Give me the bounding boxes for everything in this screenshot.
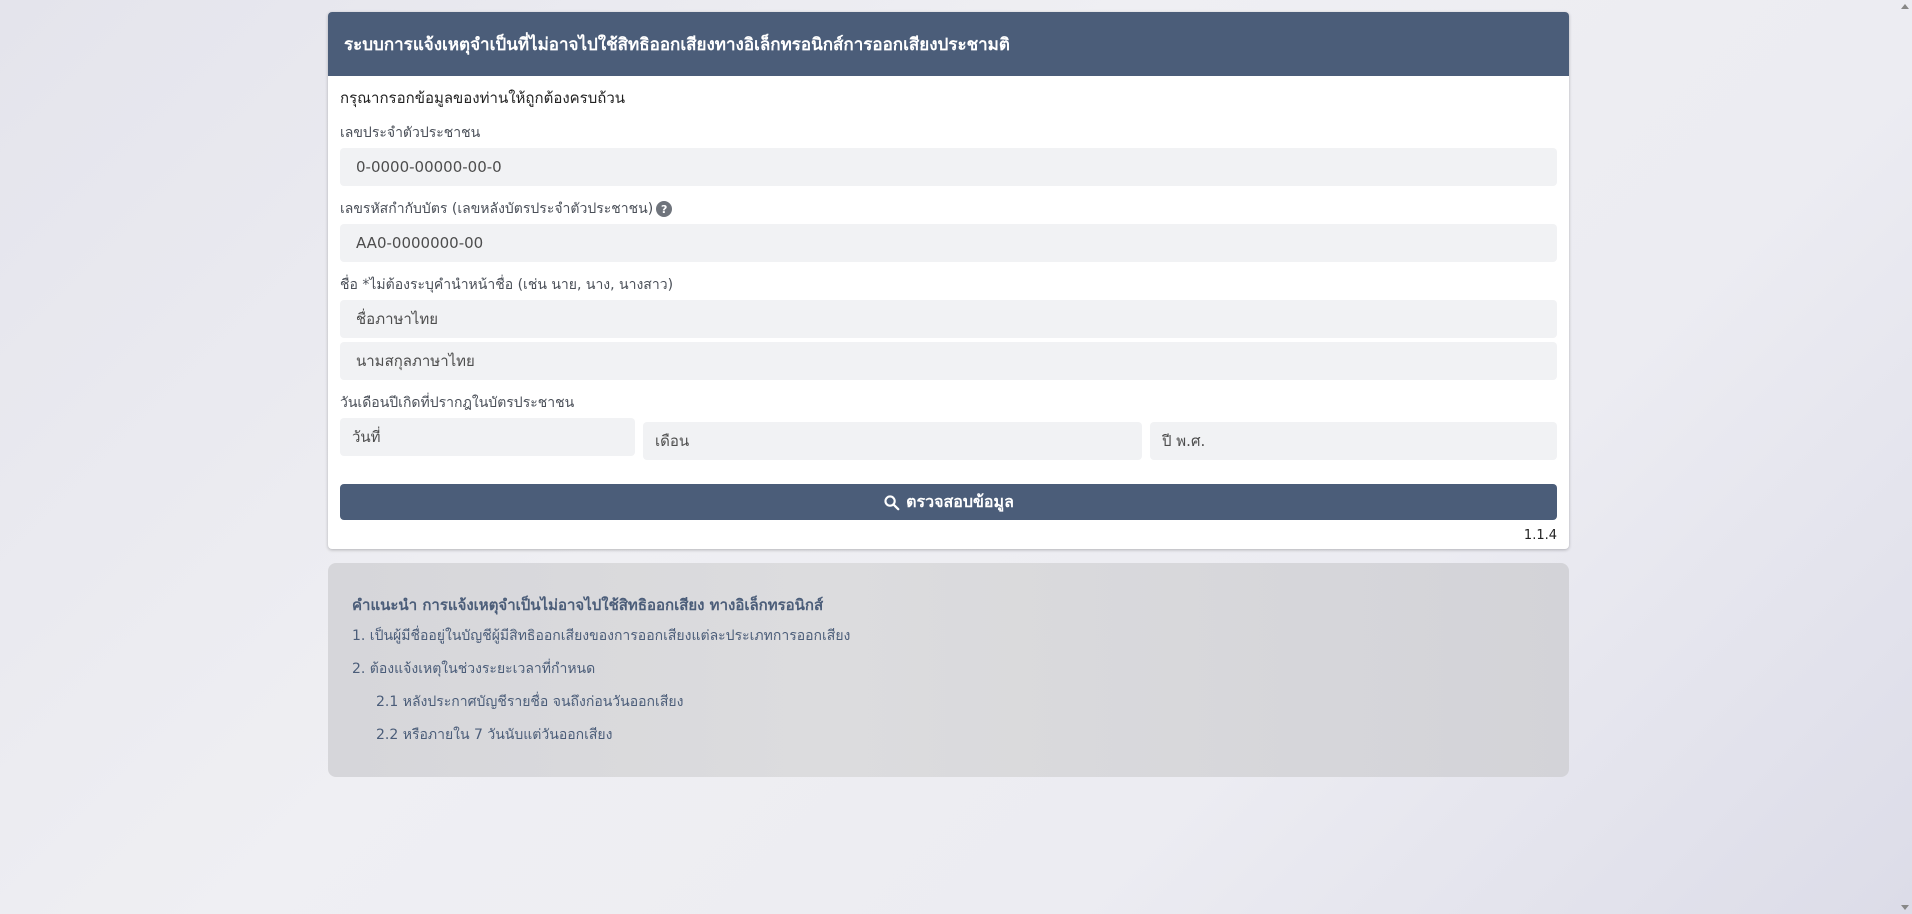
scroll-up-icon[interactable] <box>1901 4 1909 9</box>
laser-code-input[interactable] <box>340 224 1557 262</box>
advice-panel: คำแนะนำ การแจ้งเหตุจำเป็นไม่อาจไปใช้สิทธ… <box>328 563 1569 777</box>
page-container: ระบบการแจ้งเหตุจำเป็นที่ไม่อาจไปใช้สิทธิ… <box>328 12 1569 777</box>
advice-item-2-1: 2.1 หลังประกาศบัญชีรายชื่อ จนถึงก่อนวันอ… <box>376 694 684 710</box>
scroll-down-icon[interactable] <box>1901 905 1909 910</box>
birth-day-select[interactable] <box>340 418 635 456</box>
verify-button[interactable]: ตรวจสอบข้อมูล <box>340 484 1557 520</box>
id-card-label: เลขประจำตัวประชาชน <box>340 125 481 141</box>
form-body: กรุณากรอกข้อมูลของท่านให้ถูกต้องครบถ้วน … <box>328 76 1569 549</box>
birthdate-row <box>340 418 1557 460</box>
question-circle-icon[interactable]: ? <box>656 201 673 217</box>
id-card-input[interactable] <box>340 148 1557 186</box>
birth-month-select[interactable] <box>643 422 1142 460</box>
search-icon <box>884 494 900 510</box>
birth-year-input[interactable] <box>1150 422 1557 460</box>
advice-item-2-2: 2.2 หรือภายใน 7 วันนับแต่วันออกเสียง <box>376 727 613 743</box>
version-label: 1.1.4 <box>1523 528 1557 543</box>
laser-code-label-row: เลขรหัสกำกับบัตร (เลขหลังบัตรประจำตัวประ… <box>340 198 1557 220</box>
advice-title: คำแนะนำ การแจ้งเหตุจำเป็นไม่อาจไปใช้สิทธ… <box>352 596 824 614</box>
advice-item-1: 1. เป็นผู้มีชื่ออยู่ในบัญชีผู้มีสิทธิออก… <box>352 628 851 644</box>
advice-item-2: 2. ต้องแจ้งเหตุในช่วงระยะเวลาที่กำหนด <box>352 661 596 677</box>
birthdate-label: วันเดือนปีเกิดที่ปรากฎในบัตรประชาชน <box>340 395 575 411</box>
verify-button-label: ตรวจสอบข้อมูล <box>906 491 1014 511</box>
form-card: ระบบการแจ้งเหตุจำเป็นที่ไม่อาจไปใช้สิทธิ… <box>328 12 1569 549</box>
first-name-input[interactable] <box>340 300 1557 338</box>
name-label: ชื่อ *ไม่ต้องระบุคำนำหน้าชื่อ (เช่น นาย,… <box>340 277 674 293</box>
form-intro: กรุณากรอกข้อมูลของท่านให้ถูกต้องครบถ้วน <box>340 89 626 107</box>
page-scrollbar[interactable] <box>1898 0 1912 914</box>
last-name-input[interactable] <box>340 342 1557 380</box>
laser-code-label: เลขรหัสกำกับบัตร (เลขหลังบัตรประจำตัวประ… <box>340 201 654 217</box>
page-title: ระบบการแจ้งเหตุจำเป็นที่ไม่อาจไปใช้สิทธิ… <box>328 12 1569 76</box>
